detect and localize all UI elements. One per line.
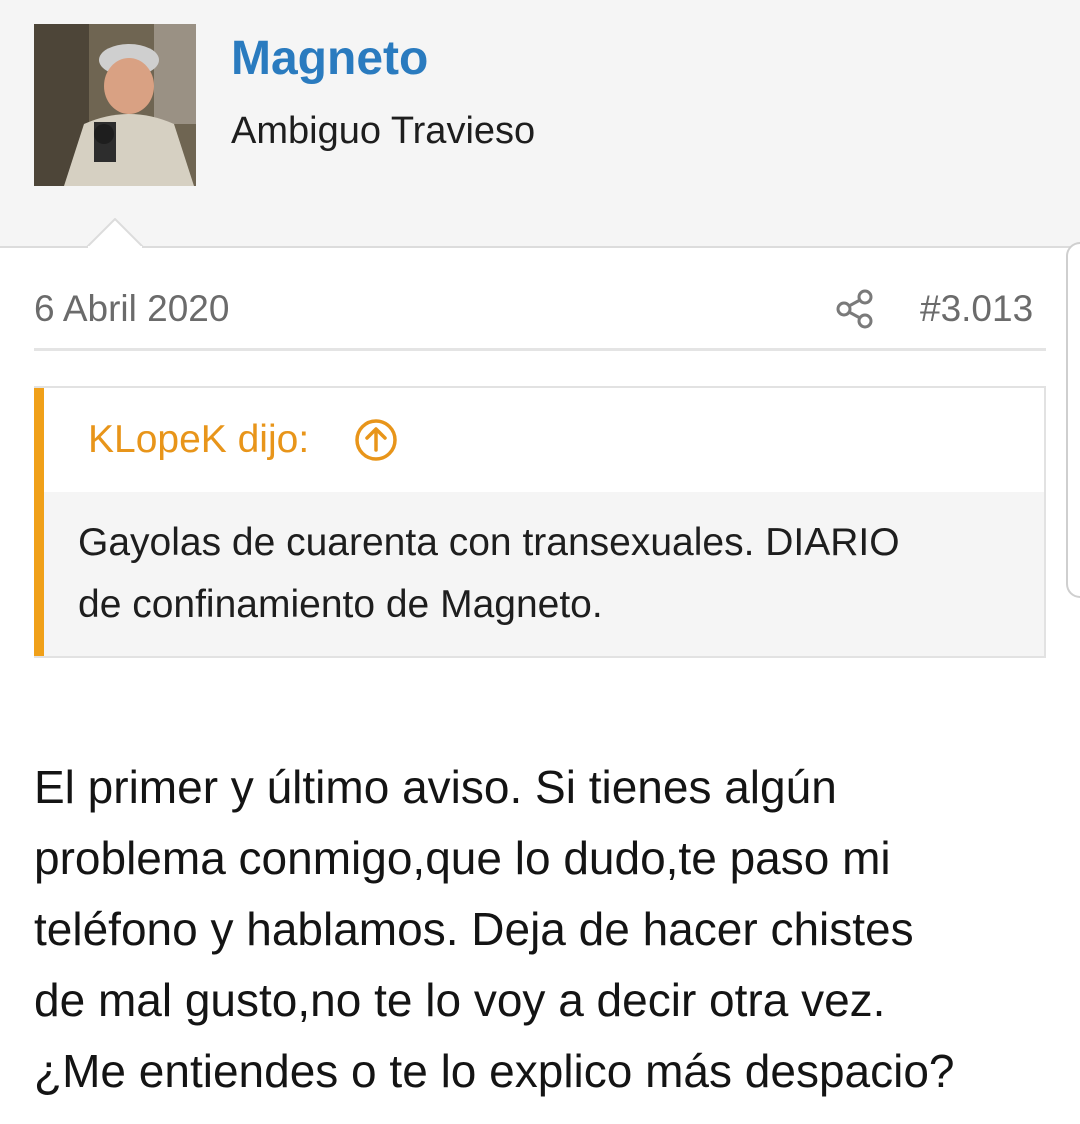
body-line: problema conmigo,que lo dudo,te paso mi: [34, 832, 891, 884]
body-line: ¿Me entiendes o te lo explico más despac…: [34, 1045, 955, 1097]
body-line: El primer y último aviso. Si tienes algú…: [34, 761, 837, 813]
author-user-title: Ambiguo Travieso: [231, 110, 536, 152]
quote-block: KLopeK dijo: Gayolas de cuarenta con tra…: [34, 386, 1046, 658]
post-author-block: Magneto Ambiguo Travieso: [0, 0, 1080, 248]
quote-accent-bar: [34, 388, 44, 656]
post-date[interactable]: 6 Abril 2020: [34, 286, 229, 332]
quote-author[interactable]: KLopeK dijo:: [88, 416, 309, 464]
body-line: teléfono y hablamos. Deja de hacer chist…: [34, 903, 914, 955]
body-line: de mal gusto,no te lo voy a decir otra v…: [34, 974, 886, 1026]
author-pointer-notch: [86, 218, 144, 248]
quote-header: KLopeK dijo:: [44, 388, 1044, 492]
post-number-link[interactable]: #3.013: [920, 286, 1033, 332]
quote-text: Gayolas de cuarenta con transexuales. DI…: [78, 512, 1018, 636]
quote-line: Gayolas de cuarenta con transexuales. DI…: [78, 521, 900, 564]
user-avatar[interactable]: [34, 24, 196, 186]
side-scroll-edge[interactable]: [1066, 242, 1080, 598]
post-body-text: El primer y último aviso. Si tienes algú…: [34, 752, 1054, 1107]
forum-post-page: Magneto Ambiguo Travieso 6 Abril 2020 #3…: [0, 0, 1080, 1124]
meta-divider: [34, 348, 1046, 351]
avatar-image: [34, 24, 196, 186]
share-icon[interactable]: [834, 288, 876, 330]
quote-line: de confinamiento de Magneto.: [78, 583, 603, 626]
author-username[interactable]: Magneto: [231, 30, 428, 88]
arrow-up-circle-icon[interactable]: [354, 418, 398, 462]
